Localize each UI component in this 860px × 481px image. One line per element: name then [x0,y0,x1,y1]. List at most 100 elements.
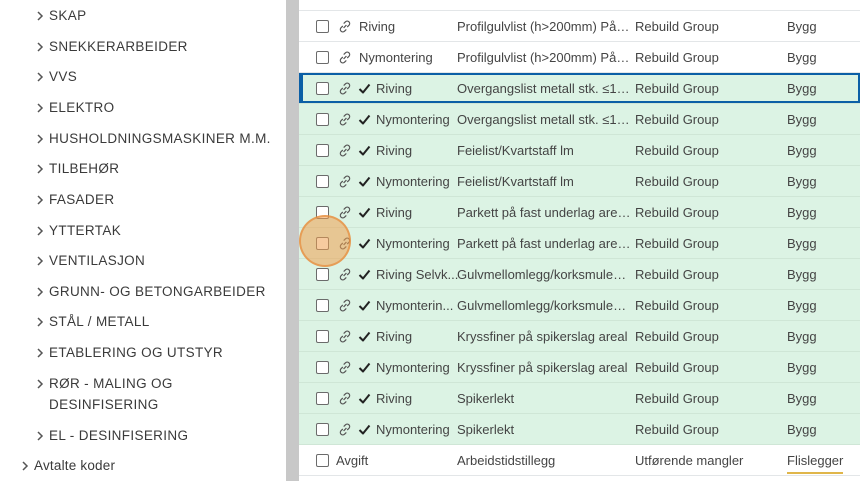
pane-splitter[interactable] [286,0,299,481]
table-row[interactable]: Riving Profilgulvlist (h>200mm) På t... Re… [299,11,860,42]
table-row-partial [299,0,860,11]
row-checkbox[interactable] [316,299,329,312]
tree-item-label: Avtalte koder [34,458,116,473]
row-checkbox[interactable] [316,113,329,126]
link-icon[interactable] [337,422,353,437]
link-icon[interactable] [337,298,353,313]
row-checkbox[interactable] [316,51,329,64]
row-category: Bygg [787,112,817,127]
tree-item-avtalte-koder[interactable]: Avtalte koder [22,455,116,476]
row-type: Nymontering [359,50,433,65]
checkmark-icon [358,362,371,373]
tree-item-label: SKAP [49,8,87,23]
link-icon[interactable] [337,143,353,158]
row-description: Spikerlekt [457,422,515,437]
table-row[interactable]: Nymontering Profilgulvlist (h>200mm) På t… [299,42,860,73]
row-description: Profilgulvlist (h>200mm) På t... [457,19,631,34]
tree-item-el-desinfisering[interactable]: EL - DESINFISERING [37,425,189,446]
tree-item-label: ETABLERING OG UTSTYR [49,345,224,360]
cost-line-table: Riving Profilgulvlist (h>200mm) På t... Re… [299,0,860,481]
row-checkbox[interactable] [316,82,329,95]
tree-item-grunn-og-betongarbeider[interactable]: GRUNN- OG BETONGARBEIDER [37,281,266,302]
checkmark-icon [358,393,371,404]
row-description: Kryssfiner på spikerslag areal [457,360,628,375]
tree-item-ror-maling-og-desinfisering[interactable]: RØR - MALING OG DESINFISERING [37,373,173,415]
chevron-right-icon [37,431,44,441]
tree-item-snekkerarbeider[interactable]: SNEKKERARBEIDER [37,36,188,57]
chevron-right-icon [37,134,44,144]
category-tree: SKAP SNEKKERARBEIDER VVS ELEKTRO HUSHOLD… [0,0,286,481]
link-icon[interactable] [337,81,353,96]
row-type: Avgift [336,453,369,468]
row-group: Rebuild Group [635,329,719,344]
tree-item-fasader[interactable]: FASADER [37,189,114,210]
tree-item-label: GRUNN- OG BETONGARBEIDER [49,284,266,299]
row-checkbox[interactable] [316,144,329,157]
row-category: Bygg [787,329,817,344]
link-icon[interactable] [337,112,353,127]
link-icon[interactable] [337,267,353,282]
tree-item-etablering-og-utstyr[interactable]: ETABLERING OG UTSTYR [37,342,224,363]
row-group: Rebuild Group [635,143,719,158]
table-row[interactable]: Riving Spikerlekt Rebuild Group Bygg [299,383,860,414]
row-category: Bygg [787,174,817,189]
table-row[interactable]: Riving Overgangslist metall stk. ≤1,... Re… [299,73,860,104]
row-checkbox[interactable] [316,20,329,33]
row-type: Nymontering [376,112,450,127]
row-type: Riving [376,143,413,158]
chevron-right-icon [37,42,44,52]
row-type: Riving [359,19,396,34]
tree-item-ventilasjon[interactable]: VENTILASJON [37,250,145,271]
row-category: Bygg [787,81,817,96]
table-row[interactable]: Avgift Arbeidstidstillegg Utførende mangle… [299,445,860,476]
row-checkbox[interactable] [316,268,329,281]
row-checkbox[interactable] [316,361,329,374]
chevron-right-icon [37,226,44,236]
table-row[interactable]: Riving Parkett på fast underlag area... Re… [299,197,860,228]
table-row[interactable]: Nymontering Parkett på fast underlag area… [299,228,860,259]
link-icon[interactable] [337,329,353,344]
row-checkbox[interactable] [316,423,329,436]
table-row[interactable]: Riving Selvk... Gulvmellomlegg/korksmulep… [299,259,860,290]
row-group: Rebuild Group [635,81,719,96]
row-description: Arbeidstidstillegg [457,453,556,468]
chevron-right-icon [37,348,44,358]
tree-item-elektro[interactable]: ELEKTRO [37,97,114,118]
table-row[interactable]: Nymontering Spikerlekt Rebuild Group Bygg [299,414,860,445]
link-icon[interactable] [337,360,353,375]
row-description: Spikerlekt [457,391,515,406]
tree-item-tilbehor[interactable]: TILBEHØR [37,158,119,179]
category-underline [787,472,843,474]
table-row[interactable]: Riving Feielist/Kvartstaff lm Rebuild Grou… [299,135,860,166]
table-row[interactable]: Riving Kryssfiner på spikerslag areal Rebu… [299,321,860,352]
table-row[interactable]: Nymontering Overgangslist metall stk. ≤1,… [299,104,860,135]
row-checkbox[interactable] [316,454,329,467]
row-checkbox[interactable] [316,330,329,343]
tree-item-stal-metall[interactable]: STÅL / METALL [37,311,150,332]
checkmark-icon [358,424,371,435]
tree-item-label: EL - DESINFISERING [49,428,189,443]
table-row[interactable]: Nymontering Kryssfiner på spikerslag area… [299,352,860,383]
link-icon[interactable] [337,236,353,251]
row-checkbox[interactable] [316,237,329,250]
tree-item-yttertak[interactable]: YTTERTAK [37,220,121,241]
table-row[interactable]: Nymontering Feielist/Kvartstaff lm Rebuild… [299,166,860,197]
row-category: Bygg [787,205,817,220]
row-category: Bygg [787,19,817,34]
link-icon[interactable] [337,174,353,189]
row-type: Riving [376,205,413,220]
row-checkbox[interactable] [316,206,329,219]
row-checkbox[interactable] [316,175,329,188]
tree-item-skap[interactable]: SKAP [37,5,87,26]
link-icon[interactable] [337,50,353,65]
row-checkbox[interactable] [316,392,329,405]
tree-item-vvs[interactable]: VVS [37,66,77,87]
tree-item-husholdningsmaskiner[interactable]: HUSHOLDNINGSMASKINER M.M. [37,128,271,149]
link-icon[interactable] [337,205,353,220]
table-row[interactable]: Nymonterin... Gulvmellomlegg/korksmulep..… [299,290,860,321]
chevron-right-icon [37,103,44,113]
link-icon[interactable] [337,391,353,406]
chevron-right-icon [22,461,29,471]
row-category: Bygg [787,50,817,65]
link-icon[interactable] [337,19,353,34]
